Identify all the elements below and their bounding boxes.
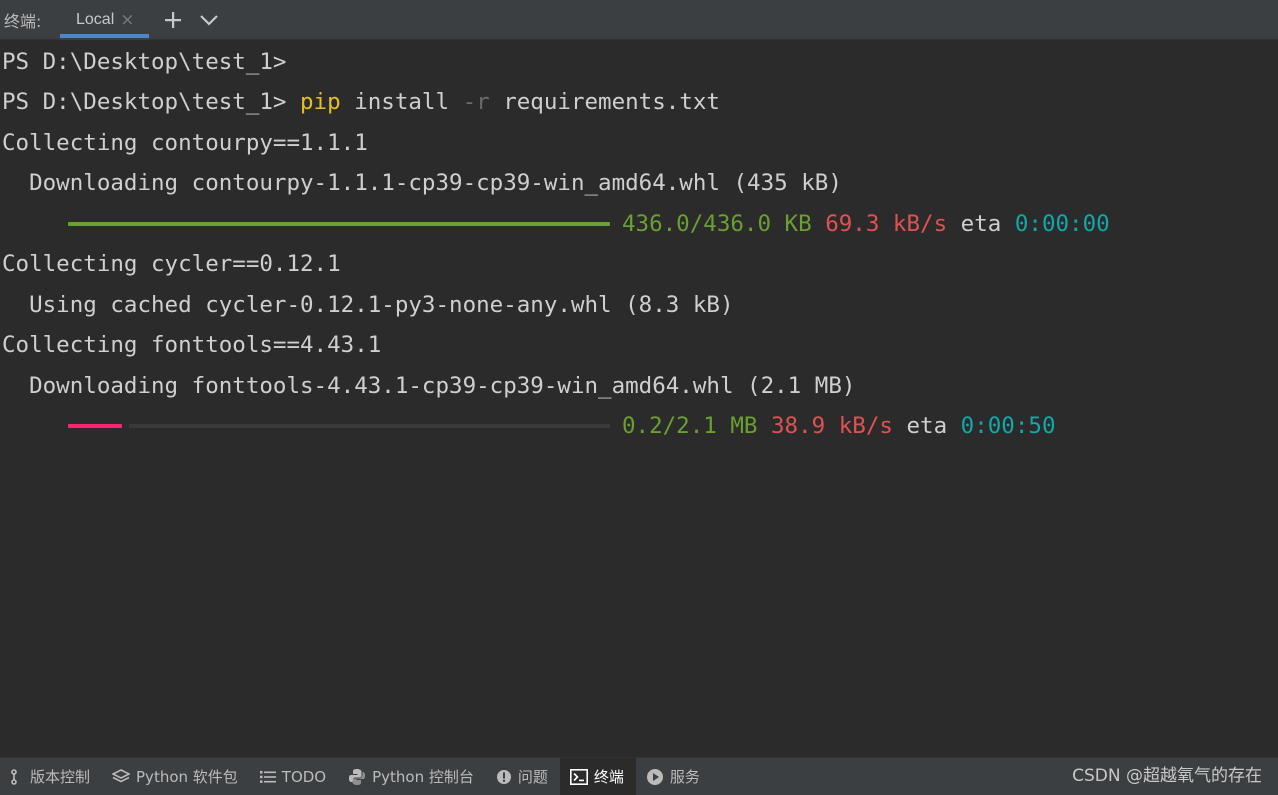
layers-icon	[112, 768, 131, 785]
tab-menu-button[interactable]	[191, 0, 227, 40]
tool-todo[interactable]: TODO	[250, 758, 338, 795]
eta-value: 0:00:00	[1014, 211, 1110, 237]
progress-speed: 38.9 kB/s	[771, 413, 893, 439]
tool-label: 问题	[517, 768, 548, 786]
output-line: Collecting contourpy==1.1.1	[2, 130, 368, 156]
progress-size: 0.2/2.1 MB	[622, 413, 758, 439]
progress-bar-fill	[68, 222, 610, 226]
tab-label: Local	[76, 10, 115, 28]
tool-problems[interactable]: 问题	[486, 758, 560, 795]
progress-stats: 436.0/436.0 KB 69.3 kB/s eta 0:00:00	[622, 204, 1110, 244]
tool-window-bar: 版本控制 Python 软件包 TODO Python 控制台 问题 终端 服务…	[0, 757, 1278, 795]
warning-circle-icon	[496, 769, 512, 785]
output-line: Downloading fonttools-4.43.1-cp39-cp39-w…	[2, 373, 856, 399]
chevron-down-icon	[199, 14, 218, 26]
prompt-text: PS D:\Desktop\test_1>	[2, 49, 287, 75]
python-icon	[348, 768, 366, 786]
tool-label: Python 软件包	[136, 768, 238, 786]
tool-window-title: 终端:	[4, 11, 42, 31]
close-icon[interactable]: ×	[120, 10, 134, 30]
tool-label: 终端	[593, 768, 624, 786]
branch-icon	[10, 768, 24, 785]
prompt-line: PS D:\Desktop\test_1>	[2, 42, 286, 82]
tool-version-control[interactable]: 版本控制	[0, 758, 102, 795]
tool-python-packages[interactable]: Python 软件包	[102, 758, 250, 795]
eta-label: eta	[960, 211, 1002, 237]
tool-label: TODO	[281, 767, 327, 786]
play-circle-icon	[646, 768, 664, 786]
progress-bar-track	[129, 424, 610, 428]
eta-label: eta	[906, 413, 948, 439]
plus-icon	[164, 11, 181, 28]
command-arg: install	[340, 89, 463, 115]
list-icon	[259, 770, 276, 784]
terminal-output[interactable]: PS D:\Desktop\test_1> PS D:\Desktop\test…	[0, 42, 1278, 754]
progress-stats: 0.2/2.1 MB 38.9 kB/s eta 0:00:50	[622, 406, 1056, 446]
command-line: PS D:\Desktop\test_1> pip install -r req…	[2, 82, 720, 122]
tool-label: Python 控制台	[372, 768, 474, 786]
progress-size: 436.0/436.0 KB	[622, 211, 812, 237]
terminal-tab-bar: 终端: Local ×	[0, 0, 1278, 40]
terminal-icon	[569, 768, 588, 785]
progress-speed: 69.3 kB/s	[825, 211, 948, 237]
tool-terminal[interactable]: 终端	[559, 758, 636, 795]
tool-label: 版本控制	[30, 768, 91, 786]
tab-local[interactable]: Local ×	[60, 0, 149, 40]
output-line: Downloading contourpy-1.1.1-cp39-cp39-wi…	[2, 170, 842, 196]
output-line: Using cached cycler-0.12.1-py3-none-any.…	[2, 292, 734, 318]
prompt-text: PS D:\Desktop\test_1>	[2, 89, 301, 115]
command-arg: requirements.txt	[489, 89, 720, 115]
watermark-text: CSDN @超越氧气的存在	[1072, 766, 1262, 786]
tool-label: 服务	[669, 768, 700, 786]
active-tab-indicator	[60, 33, 149, 38]
command-flag: -r	[462, 89, 490, 115]
tool-services[interactable]: 服务	[636, 758, 712, 795]
output-line: Collecting cycler==0.12.1	[2, 251, 341, 277]
command-name: pip	[300, 89, 341, 115]
tool-python-console[interactable]: Python 控制台	[338, 758, 486, 795]
output-line: Collecting fonttools==4.43.1	[2, 332, 382, 358]
new-tab-button[interactable]	[155, 0, 191, 40]
eta-value: 0:00:50	[960, 413, 1056, 439]
progress-bar-fill	[68, 424, 122, 428]
